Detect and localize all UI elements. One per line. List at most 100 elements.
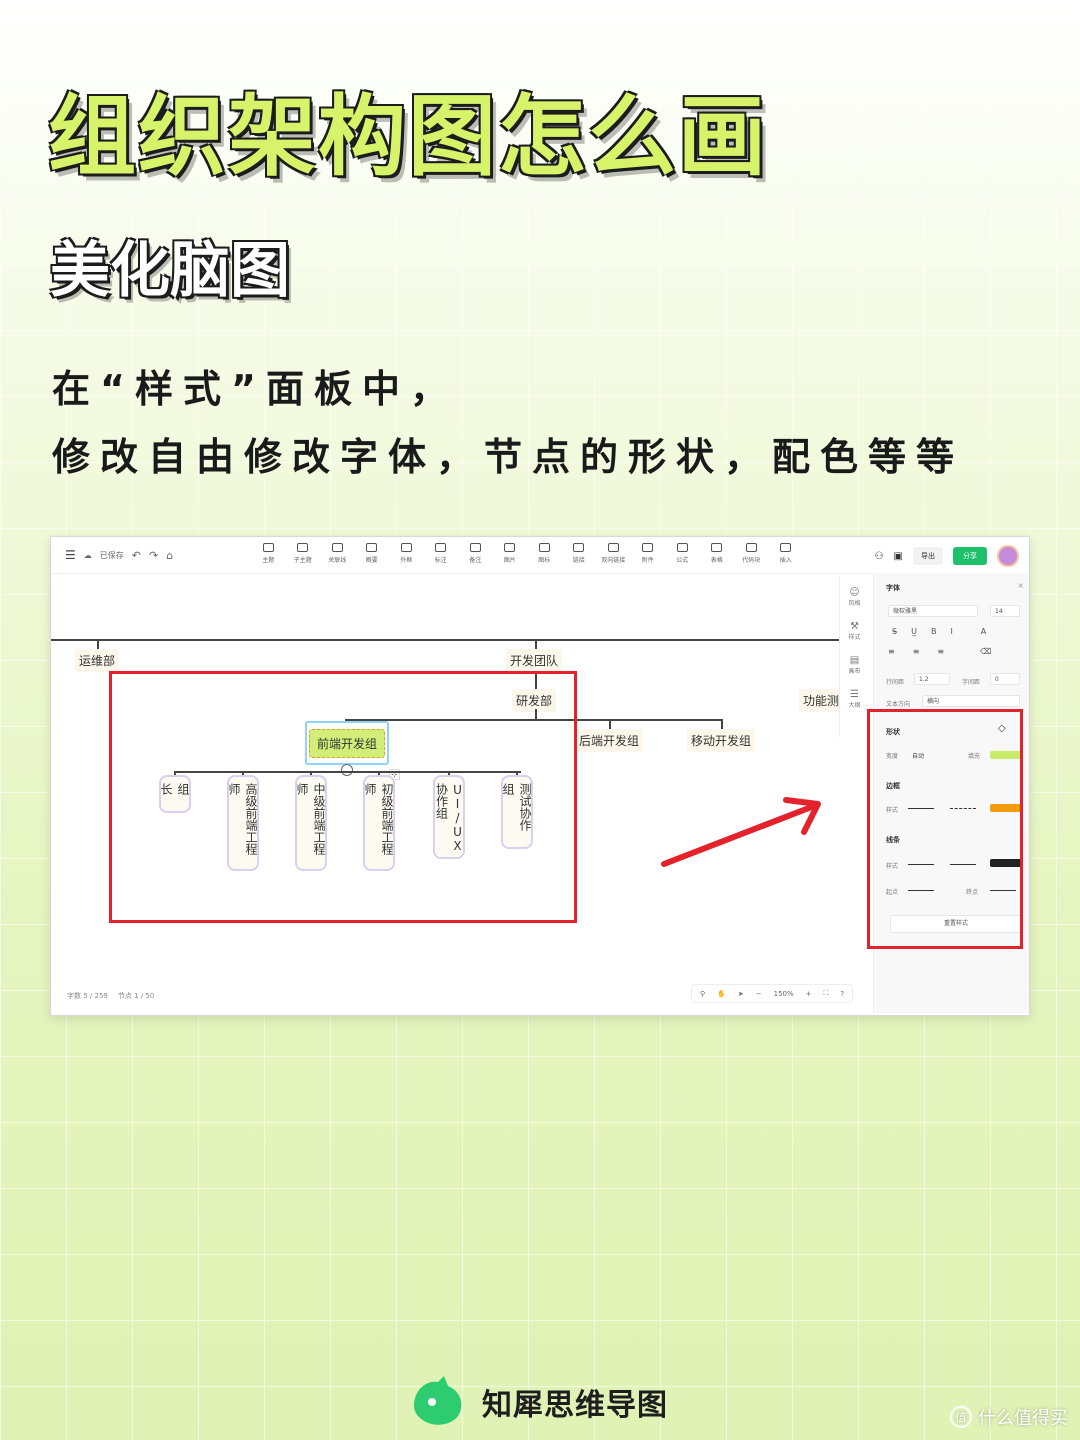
toolbar-tool-3[interactable]: 概要 [355,543,390,564]
strikethrough-icon[interactable]: S̶ [892,627,897,636]
saved-status: 已保存 [99,550,124,560]
font-family-select[interactable]: 微软雅黑 [888,605,978,617]
format-painter-icon[interactable]: ⌂ [166,549,173,562]
side-icon-3[interactable]: ☰ 大纲 [848,689,860,709]
tool-icon [538,543,550,552]
connector [51,639,841,641]
tool-label: 图标 [538,557,551,564]
bold-icon[interactable]: B [931,627,937,636]
node-backend[interactable]: 后端开发组 [575,729,644,752]
toolbar-right: ⚇ ▣ 导出 分享 [875,545,1019,567]
toolbar-tool-14[interactable]: 代码块 [734,543,769,564]
tool-label: 代码块 [742,557,761,564]
tool-label: 子主题 [293,557,312,564]
undo-icon[interactable]: ↶ [132,549,141,562]
side-icon-label: 画布 [848,668,861,675]
highlight-box-canvas [109,671,577,923]
description-line-2: 修改自由修改字体，节点的形状，配色等等 [52,435,965,479]
word-count: 字数 5 / 259 [67,992,108,1000]
line-height-label: 行间距 [886,679,905,686]
app-screenshot: ☰ ☁ 已保存 ↶ ↷ ⌂ 主题 子主题 关联线 概要 外框 标注 备注 图片 图标 链接 双向链接… [50,536,1030,1016]
section-subtitle: 美化脑图 [50,236,290,306]
present-icon[interactable]: ▣ [894,551,903,562]
highlight-box-panel [867,709,1023,949]
align-left-icon[interactable]: ≡ [888,647,895,656]
toolbar-tool-4[interactable]: 外框 [389,543,424,564]
help-icon[interactable]: ? [840,990,844,998]
toolbar-tool-9[interactable]: 链接 [562,543,597,564]
italic-icon[interactable]: I [950,627,952,636]
avatar[interactable] [997,545,1019,567]
toolbar-tool-12[interactable]: 公式 [665,543,700,564]
toolbar-tool-0[interactable]: 主题 [251,543,286,564]
tool-label: 双向链接 [601,557,626,564]
node-mobile[interactable]: 移动开发组 [687,729,756,752]
toolbar-tool-13[interactable]: 表格 [700,543,735,564]
font-size-select[interactable]: 14 [990,605,1020,617]
zoom-in-icon[interactable]: + [806,990,812,998]
toolbar: ☰ ☁ 已保存 ↶ ↷ ⌂ 主题 子主题 关联线 概要 外框 标注 备注 图片 图标 链接 双向链接… [51,537,1029,574]
underline-icon[interactable]: U̲ [911,627,917,636]
close-icon[interactable]: × [1017,581,1024,590]
side-icon-label: 大纲 [848,702,861,709]
toolbar-tool-11[interactable]: 附件 [631,543,666,564]
user-icon[interactable]: ⚇ [875,551,884,562]
page-title: 组织架构图怎么画 [48,85,769,188]
toolbar-tool-1[interactable]: 子主题 [286,543,321,564]
side-icon-2[interactable]: ▤ 画布 [848,655,860,675]
side-icon-label: 风格 [848,600,861,607]
side-glyph-icon: ⚒ [850,621,859,632]
toolbar-tool-5[interactable]: 标注 [424,543,459,564]
font-color-icon[interactable]: A [981,627,986,636]
red-arrow [661,797,821,867]
toolbar-tool-7[interactable]: 图片 [493,543,528,564]
watermark-icon: 值 [950,1406,972,1428]
text-direction-select[interactable]: 横向 [922,695,1020,707]
zoom-out-icon[interactable]: − [756,990,762,998]
zoom-bar: ⚲ ✋ ➤ − 150% + ⛶ ? [691,984,854,1003]
side-icon-0[interactable]: ☺ 风格 [848,587,860,607]
tool-icon [780,543,792,552]
tool-icon [435,543,447,552]
letter-spacing-label: 字间距 [962,679,981,686]
side-glyph-icon: ☺ [849,587,860,598]
zoom-level: 150% [773,989,794,998]
hand-icon[interactable]: ✋ [717,990,726,998]
toolbar-tool-6[interactable]: 备注 [458,543,493,564]
tool-icon [297,543,309,552]
toolbar-tool-8[interactable]: 图标 [527,543,562,564]
tool-label: 标注 [434,557,447,564]
node-ops[interactable]: 运维部 [75,649,120,672]
toolbar-tool-15[interactable]: 插入 [769,543,804,564]
redo-icon[interactable]: ↷ [149,549,158,562]
toolbar-tool-2[interactable]: 关联线 [320,543,355,564]
tool-label: 表格 [710,557,723,564]
share-button[interactable]: 分享 [953,547,987,565]
font-section-title: 字体 [886,584,900,592]
tool-label: 附件 [641,557,654,564]
align-right-icon[interactable]: ≡ [937,647,944,656]
side-icon-label: 样式 [848,634,861,641]
clear-format-icon[interactable]: ⌫ [980,647,991,656]
export-button[interactable]: 导出 [913,547,943,565]
tool-label: 关联线 [328,557,347,564]
toolbar-tool-10[interactable]: 双向链接 [596,543,631,564]
node-dev-team[interactable]: 开发团队 [506,649,563,672]
tool-icon [607,543,619,552]
tool-label: 插入 [779,557,792,564]
align-center-icon[interactable]: ≡ [913,647,920,656]
tool-label: 备注 [469,557,482,564]
menu-icon[interactable]: ☰ [65,548,76,562]
watermark: 值 什么值得买 [950,1404,1068,1430]
pointer-icon[interactable]: ➤ [738,990,744,998]
line-height-input[interactable]: 1.2 [914,673,950,685]
search-icon[interactable]: ⚲ [700,990,705,998]
tool-label: 概要 [365,557,378,564]
tool-icon [331,543,343,552]
letter-spacing-input[interactable]: 0 [990,673,1020,685]
side-icon-1[interactable]: ⚒ 样式 [848,621,860,641]
toolbar-left: ☰ ☁ 已保存 ↶ ↷ ⌂ [65,548,173,562]
brand-logo-icon [414,1376,462,1425]
text-direction-label: 文本方向 [886,701,911,708]
fullscreen-icon[interactable]: ⛶ [824,989,829,998]
